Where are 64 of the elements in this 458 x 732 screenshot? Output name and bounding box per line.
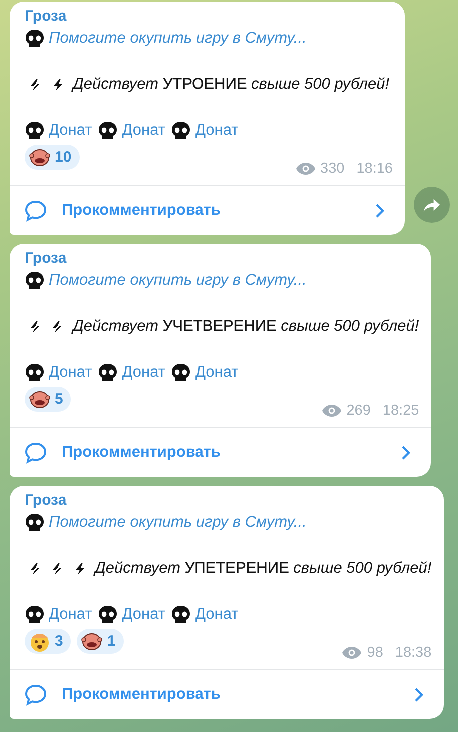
face-emoji-icon [29,146,51,168]
skull-icon [98,363,118,383]
bolt-icon [51,78,65,92]
donate-link[interactable]: Донат [49,606,92,624]
reaction-button[interactable]: 1 [77,629,124,654]
reaction-button[interactable]: 5 [25,387,72,412]
skull-icon [98,121,118,141]
skull-icon [25,605,45,625]
skull-icon [171,605,192,625]
eye-icon [342,646,362,660]
speech-bubble-icon [24,682,48,706]
bolt-icon [73,562,87,576]
double-bolt-icon [29,562,43,576]
donate-link[interactable]: Донат [195,606,239,624]
promo-text: Действует УПЕТЕРЕНИЕ свыше 500 рублей! [95,560,432,578]
double-bolt-icon [29,78,43,92]
channel-name[interactable]: Гроза [25,490,432,512]
donate-link[interactable]: Донат [195,122,239,140]
double-bolt-icon [29,320,43,334]
quote-link[interactable]: Помогите окупить игру в Смуту... [49,514,307,532]
quote-link[interactable]: Помогите окупить игру в Смуту... [49,30,307,48]
share-button[interactable] [414,187,450,223]
skull-icon [171,121,192,141]
skull-icon [25,363,45,383]
skull-icon [25,271,45,291]
donate-link[interactable]: Донат [122,606,166,624]
double-bolt-icon [51,562,65,576]
reaction-button[interactable]: 3 [25,629,72,654]
eye-icon [296,162,316,176]
comment-button[interactable]: Прокомментировать [10,185,405,235]
skull-icon [171,363,192,383]
timestamp: 18:38 [395,645,432,661]
view-count: 330 [320,161,345,177]
donate-link[interactable]: Донат [49,364,92,382]
chevron-right-icon [414,686,424,702]
chevron-right-icon [375,202,385,218]
channel-name[interactable]: Гроза [25,6,393,28]
donate-link[interactable]: Донат [195,364,239,382]
timestamp: 18:16 [356,161,393,177]
forward-arrow-icon [423,198,441,212]
skull-icon [25,513,45,533]
promo-text: Действует УЧЕТВЕРЕНИЕ свыше 500 рублей! [73,318,420,336]
quote-link[interactable]: Помогите окупить игру в Смуту... [49,272,307,290]
skull-icon [25,29,45,49]
view-count: 269 [346,403,371,419]
skull-icon [98,605,118,625]
view-count: 98 [367,645,384,661]
donate-link[interactable]: Донат [122,122,166,140]
donate-link[interactable]: Донат [122,364,166,382]
double-bolt-icon [51,320,65,334]
face-emoji-icon [29,388,51,410]
reaction-button[interactable]: 10 [25,145,80,170]
timestamp: 18:25 [382,403,420,419]
skull-icon [25,121,45,141]
eye-icon [322,404,342,418]
donate-link[interactable]: Донат [49,122,92,140]
comment-button[interactable]: Прокомментировать [10,669,444,719]
promo-text: Действует УТРОЕНИЕ свыше 500 рублей! [73,76,390,94]
chevron-right-icon [401,444,412,460]
channel-name[interactable]: Гроза [25,248,420,270]
speech-bubble-icon [24,198,48,222]
speech-bubble-icon [24,440,48,464]
face-emoji-icon [81,630,104,652]
comment-button[interactable]: Прокомментировать [10,427,432,477]
